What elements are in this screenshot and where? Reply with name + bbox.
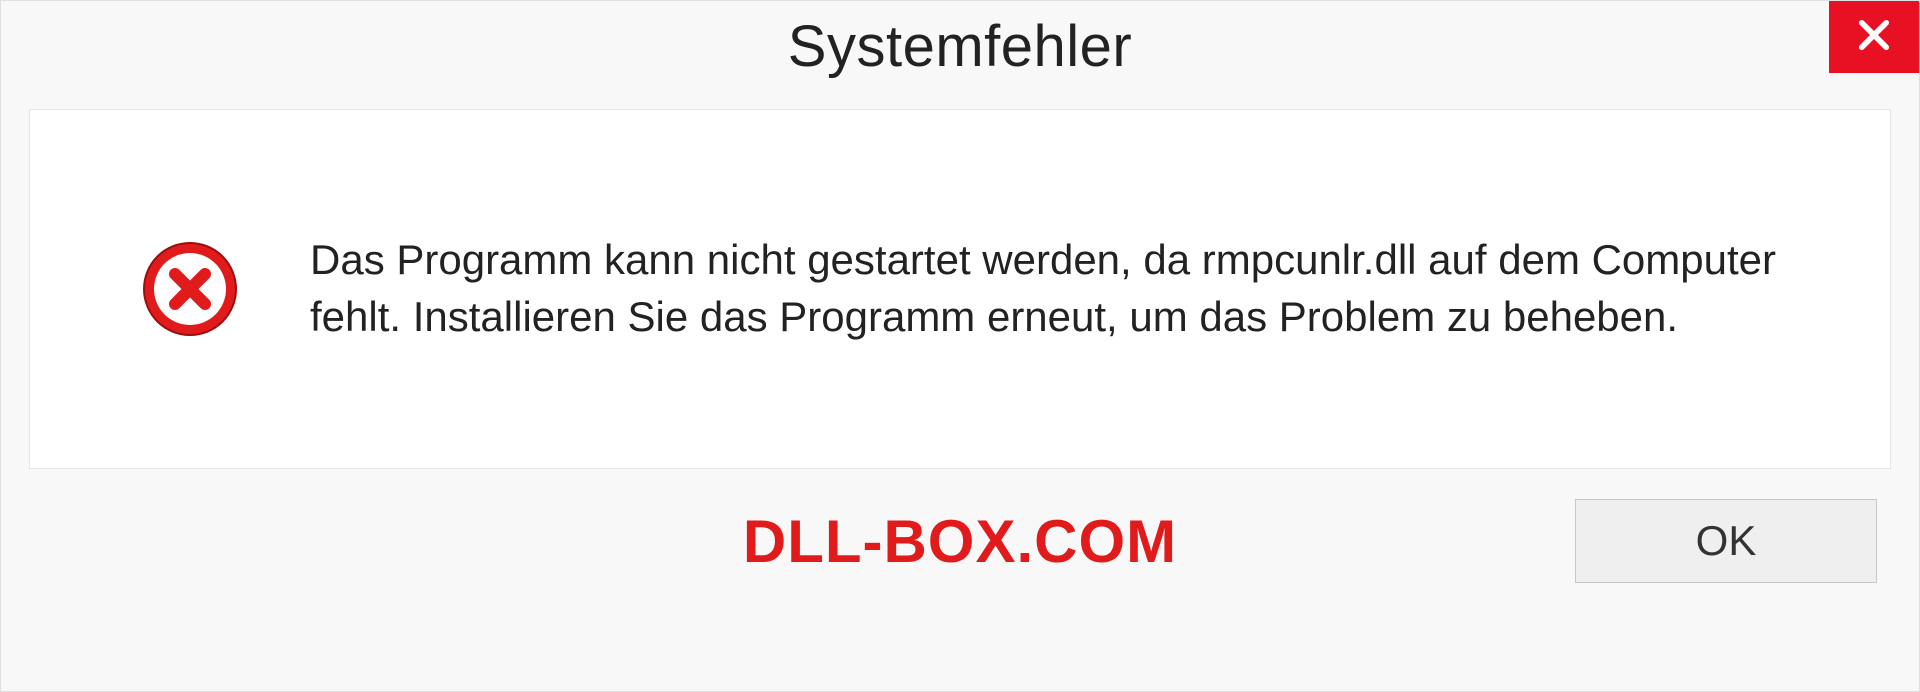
close-icon [1853, 14, 1895, 61]
error-icon [140, 239, 240, 339]
content-panel: Das Programm kann nicht gestartet werden… [29, 109, 1891, 469]
close-button[interactable] [1829, 1, 1919, 73]
dialog-title: Systemfehler [788, 13, 1132, 80]
error-dialog: Systemfehler Das Programm kann nicht ges… [0, 0, 1920, 692]
titlebar: Systemfehler [1, 1, 1919, 91]
dialog-footer: DLL-BOX.COM OK [1, 469, 1919, 623]
error-message: Das Programm kann nicht gestartet werden… [310, 232, 1830, 345]
watermark-text: DLL-BOX.COM [743, 507, 1177, 576]
ok-button[interactable]: OK [1575, 499, 1877, 583]
